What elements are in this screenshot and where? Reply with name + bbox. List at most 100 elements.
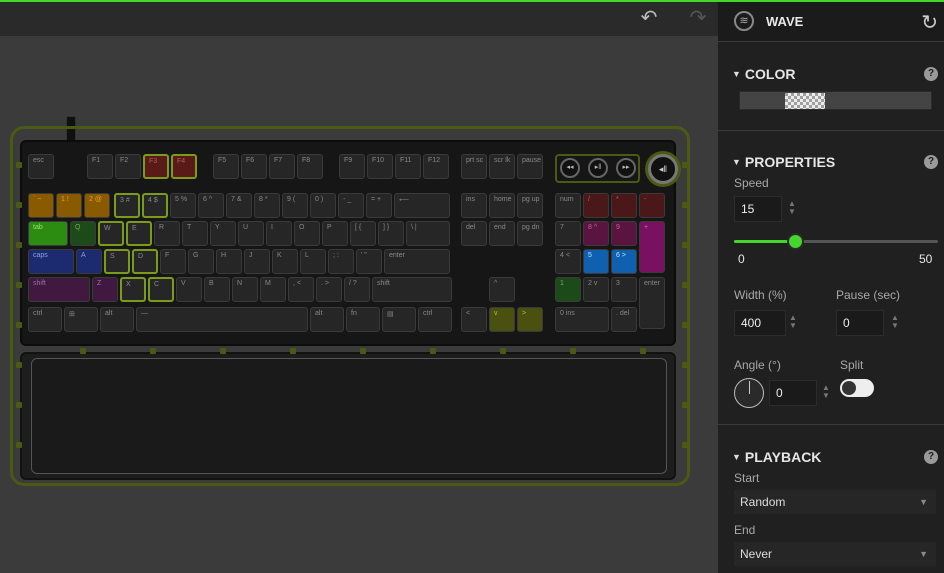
help-icon[interactable]: ? [924, 155, 938, 169]
key-7[interactable]: 7 [555, 221, 581, 246]
key-f[interactable]: F [160, 249, 186, 274]
help-icon[interactable]: ? [924, 450, 938, 464]
key-5[interactable]: 5 [583, 249, 609, 274]
key-[interactable]: = + [366, 193, 392, 218]
end-select[interactable]: Never ▼ [734, 542, 936, 566]
key-[interactable]: ⊞ [64, 307, 98, 332]
key-0ins[interactable]: 0 ins [555, 307, 609, 332]
key-3[interactable]: 3 [611, 277, 637, 302]
start-select[interactable]: Random ▼ [734, 490, 936, 514]
key-2[interactable]: 2 @ [84, 193, 110, 218]
key-[interactable]: [ { [350, 221, 376, 246]
key-f4[interactable]: F4 [171, 154, 197, 179]
key-f8[interactable]: F8 [297, 154, 323, 179]
key-x[interactable]: X [120, 277, 146, 302]
key-k[interactable]: K [272, 249, 298, 274]
key-[interactable]: < [461, 307, 487, 332]
key-d[interactable]: D [132, 249, 158, 274]
angle-input[interactable]: 0 [769, 380, 817, 406]
width-input[interactable]: 400 [734, 310, 786, 336]
key-b[interactable]: B [204, 277, 230, 302]
key-f11[interactable]: F11 [395, 154, 421, 179]
key-ctrl[interactable]: ctrl [28, 307, 62, 332]
key-ins[interactable]: ins [461, 193, 487, 218]
key-f6[interactable]: F6 [241, 154, 267, 179]
key-9[interactable]: 9 ( [282, 193, 308, 218]
volume-dial[interactable]: ◂‖ [648, 154, 678, 184]
media-play-button[interactable]: ▸‖ [588, 158, 608, 178]
key-n[interactable]: N [232, 277, 258, 302]
key-6[interactable]: 6 ^ [198, 193, 224, 218]
key-g[interactable]: G [188, 249, 214, 274]
key-8[interactable]: 8 * [254, 193, 280, 218]
key-f3[interactable]: F3 [143, 154, 169, 179]
key-enter[interactable]: enter [384, 249, 450, 274]
key-[interactable]: > [517, 307, 543, 332]
key-2v[interactable]: 2 v [583, 277, 609, 302]
key-[interactable]: / [583, 193, 609, 218]
key-4[interactable]: 4 $ [142, 193, 168, 218]
key-m[interactable]: M [260, 277, 286, 302]
key-w[interactable]: W [98, 221, 124, 246]
key-i[interactable]: I [266, 221, 292, 246]
speed-stepper[interactable]: ▲ ▼ [788, 200, 796, 216]
key-alt[interactable]: alt [310, 307, 344, 332]
key-[interactable]: ] } [378, 221, 404, 246]
media-next-button[interactable]: ▸▸ [616, 158, 636, 178]
key-[interactable]: , < [288, 277, 314, 302]
pause-stepper[interactable]: ▲ ▼ [891, 314, 899, 330]
angle-stepper[interactable]: ▲ ▼ [822, 384, 830, 400]
key-fn[interactable]: fn [346, 307, 380, 332]
speed-slider-thumb[interactable] [787, 233, 805, 250]
key-a[interactable]: A [76, 249, 102, 274]
key-end[interactable]: end [489, 221, 515, 246]
key-[interactable]: . > [316, 277, 342, 302]
speed-input[interactable]: 15 [734, 196, 782, 222]
key-5[interactable]: 5 % [170, 193, 196, 218]
key-z[interactable]: Z [92, 277, 118, 302]
color-stop-handle[interactable] [785, 93, 825, 109]
key-[interactable]: * [611, 193, 637, 218]
key-6[interactable]: 6 > [611, 249, 637, 274]
key-[interactable]: — [136, 307, 308, 332]
media-prev-button[interactable]: ◂◂ [560, 158, 580, 178]
key-[interactable]: ^ [489, 277, 515, 302]
key-y[interactable]: Y [210, 221, 236, 246]
section-color[interactable]: ▼ COLOR [732, 66, 795, 82]
color-gradient-bar[interactable] [739, 91, 932, 110]
key-home[interactable]: home [489, 193, 515, 218]
speed-slider[interactable] [734, 233, 938, 250]
key-1[interactable]: 1 ! [56, 193, 82, 218]
key-tab[interactable]: tab [28, 221, 68, 246]
key-f1[interactable]: F1 [87, 154, 113, 179]
key-shift[interactable]: shift [28, 277, 90, 302]
key-f10[interactable]: F10 [367, 154, 393, 179]
help-icon[interactable]: ? [924, 67, 938, 81]
key-[interactable]: ' " [356, 249, 382, 274]
key-f12[interactable]: F12 [423, 154, 449, 179]
key-[interactable]: ` ~ [28, 193, 54, 218]
key-1[interactable]: 1 [555, 277, 581, 302]
key-4[interactable]: 4 < [555, 249, 581, 274]
key-[interactable]: ; : [328, 249, 354, 274]
key-0[interactable]: 0 ) [310, 193, 336, 218]
key-v[interactable]: V [176, 277, 202, 302]
key-esc[interactable]: esc [28, 154, 54, 179]
split-toggle[interactable] [840, 379, 874, 397]
key-scrlk[interactable]: scr lk [489, 154, 515, 179]
key-del[interactable]: del [461, 221, 487, 246]
key-[interactable]: - [639, 193, 665, 218]
section-properties[interactable]: ▼ PROPERTIES [732, 154, 835, 170]
key-8[interactable]: 8 ^ [583, 221, 609, 246]
key-alt[interactable]: alt [100, 307, 134, 332]
key-e[interactable]: E [126, 221, 152, 246]
key-f5[interactable]: F5 [213, 154, 239, 179]
key-j[interactable]: J [244, 249, 270, 274]
section-playback[interactable]: ▼ PLAYBACK [732, 449, 821, 465]
key-c[interactable]: C [148, 277, 174, 302]
key-v[interactable]: v [489, 307, 515, 332]
key-ctrl[interactable]: ctrl [418, 307, 452, 332]
key-h[interactable]: H [216, 249, 242, 274]
key-prtsc[interactable]: prt sc [461, 154, 487, 179]
key-7[interactable]: 7 & [226, 193, 252, 218]
